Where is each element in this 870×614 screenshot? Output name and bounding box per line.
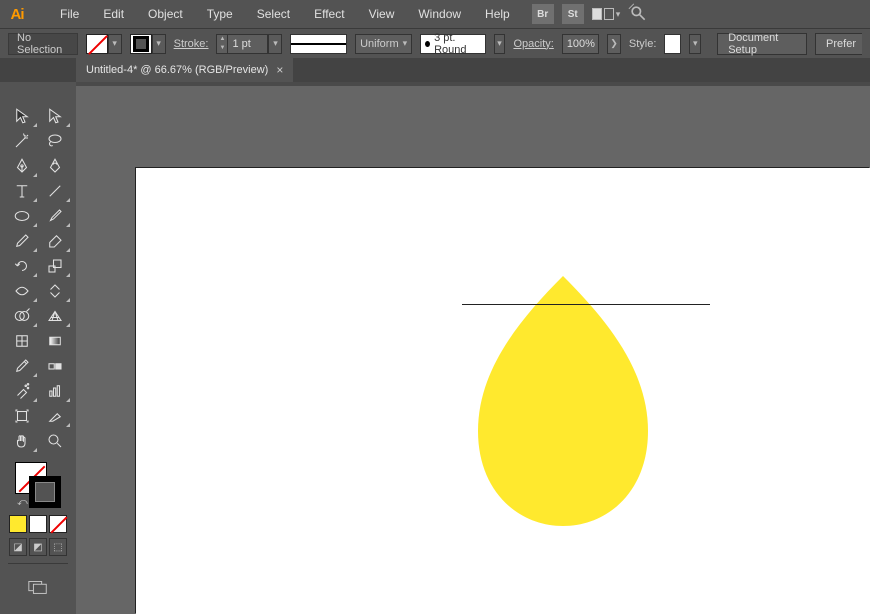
- stroke-label[interactable]: Stroke:: [174, 38, 209, 50]
- variable-width-profile[interactable]: [290, 34, 347, 54]
- stroke-weight-stepper[interactable]: ▲▼: [216, 34, 228, 54]
- artboard-tool[interactable]: [6, 404, 38, 428]
- document-tab-title: Untitled-4* @ 66.67% (RGB/Preview): [86, 64, 268, 76]
- fill-dropdown[interactable]: ▾: [108, 34, 122, 54]
- menu-type[interactable]: Type: [197, 3, 243, 25]
- fill-swatch[interactable]: [86, 34, 108, 54]
- draw-normal-icon[interactable]: ◪: [9, 538, 27, 556]
- menu-effect[interactable]: Effect: [304, 3, 354, 25]
- opacity-more[interactable]: ❯: [607, 34, 621, 54]
- stroke-weight-field[interactable]: ▲▼ ▾: [216, 34, 282, 54]
- menu-help[interactable]: Help: [475, 3, 520, 25]
- canvas-line-segment[interactable]: [462, 304, 710, 305]
- document-tab[interactable]: Untitled-4* @ 66.67% (RGB/Preview) ×: [76, 58, 293, 82]
- curvature-tool[interactable]: [39, 154, 71, 178]
- column-graph-tool[interactable]: [39, 379, 71, 403]
- stroke-large-swatch[interactable]: [29, 476, 61, 508]
- canvas-area[interactable]: [76, 86, 870, 614]
- menu-edit[interactable]: Edit: [93, 3, 134, 25]
- direct-selection-tool[interactable]: [39, 104, 71, 128]
- lasso-tool[interactable]: [39, 129, 71, 153]
- search-docs-icon[interactable]: [628, 3, 648, 26]
- menu-select[interactable]: Select: [247, 3, 300, 25]
- preferences-button[interactable]: Prefer: [815, 33, 862, 55]
- stroke-swatch[interactable]: [130, 34, 152, 54]
- chevron-down-icon: ▾: [616, 9, 621, 20]
- menu-object[interactable]: Object: [138, 3, 193, 25]
- draw-behind-icon[interactable]: ◩: [29, 538, 47, 556]
- stroke-dropdown[interactable]: ▾: [152, 34, 166, 54]
- tools-divider: [8, 563, 68, 564]
- document-setup-button[interactable]: Document Setup: [717, 33, 807, 55]
- scale-tool[interactable]: [39, 254, 71, 278]
- graphic-style-swatch[interactable]: [664, 34, 681, 54]
- zoom-tool[interactable]: [39, 429, 71, 453]
- stroke-weight-dropdown[interactable]: ▾: [268, 34, 282, 54]
- brush-definition-dropdown[interactable]: ▾: [494, 34, 506, 54]
- menu-view[interactable]: View: [359, 3, 405, 25]
- mesh-tool[interactable]: [6, 329, 38, 353]
- tools-panel: ⤺ ◪ ◩ ⬚: [0, 82, 76, 614]
- eraser-tool[interactable]: [39, 229, 71, 253]
- stroke-weight-input[interactable]: [228, 34, 268, 54]
- paintbrush-tool[interactable]: [39, 204, 71, 228]
- workspace-icon: [592, 8, 602, 20]
- width-tool[interactable]: [6, 279, 38, 303]
- rotate-tool[interactable]: [6, 254, 38, 278]
- perspective-grid-tool[interactable]: [39, 304, 71, 328]
- color-mode-solid[interactable]: [9, 515, 27, 533]
- color-mode-none[interactable]: [49, 515, 67, 533]
- magic-wand-tool[interactable]: [6, 129, 38, 153]
- gradient-tool[interactable]: [39, 329, 71, 353]
- slice-tool[interactable]: [39, 404, 71, 428]
- free-transform-tool[interactable]: [39, 279, 71, 303]
- color-mode-gradient[interactable]: [29, 515, 47, 533]
- document-tab-bar: Untitled-4* @ 66.67% (RGB/Preview) ×: [0, 58, 870, 82]
- type-tool[interactable]: [6, 179, 38, 203]
- hand-tool[interactable]: [6, 429, 38, 453]
- eyedropper-tool[interactable]: [6, 354, 38, 378]
- workspace-icon: [604, 8, 614, 20]
- draw-inside-icon[interactable]: ⬚: [49, 538, 67, 556]
- bridge-button[interactable]: Br: [532, 4, 554, 24]
- canvas-shape-lemon[interactable]: [478, 276, 648, 526]
- selection-status: No Selection: [8, 33, 78, 55]
- symbol-sprayer-tool[interactable]: [6, 379, 38, 403]
- opacity-label[interactable]: Opacity:: [513, 38, 553, 50]
- swap-fill-stroke-icon[interactable]: ⤺: [17, 497, 28, 508]
- close-icon[interactable]: ×: [276, 63, 283, 77]
- pencil-tool[interactable]: [6, 229, 38, 253]
- variable-width-profile-select[interactable]: Uniform▾: [355, 34, 412, 54]
- shape-builder-tool[interactable]: [6, 304, 38, 328]
- screen-mode-button[interactable]: [27, 579, 49, 598]
- style-label: Style:: [629, 38, 657, 50]
- graphic-style-dropdown[interactable]: ▾: [689, 34, 701, 54]
- line-segment-tool[interactable]: [39, 179, 71, 203]
- stock-button[interactable]: St: [562, 4, 584, 24]
- blend-tool[interactable]: [39, 354, 71, 378]
- pen-tool[interactable]: [6, 154, 38, 178]
- control-bar: No Selection ▾ ▾ Stroke: ▲▼ ▾ Uniform▾ 3…: [0, 28, 870, 58]
- menu-file[interactable]: File: [50, 3, 89, 25]
- workspace-switcher[interactable]: ▾: [592, 8, 621, 20]
- opacity-value[interactable]: 100%: [562, 34, 599, 54]
- fill-stroke-swatch-block[interactable]: ⤺: [15, 462, 61, 508]
- menu-bar: Ai File Edit Object Type Select Effect V…: [0, 0, 870, 28]
- app-logo-icon: Ai: [6, 3, 28, 25]
- menu-window[interactable]: Window: [408, 3, 471, 25]
- brush-definition[interactable]: 3 pt. Round: [420, 34, 485, 54]
- ellipse-tool[interactable]: [6, 204, 38, 228]
- selection-tool[interactable]: [6, 104, 38, 128]
